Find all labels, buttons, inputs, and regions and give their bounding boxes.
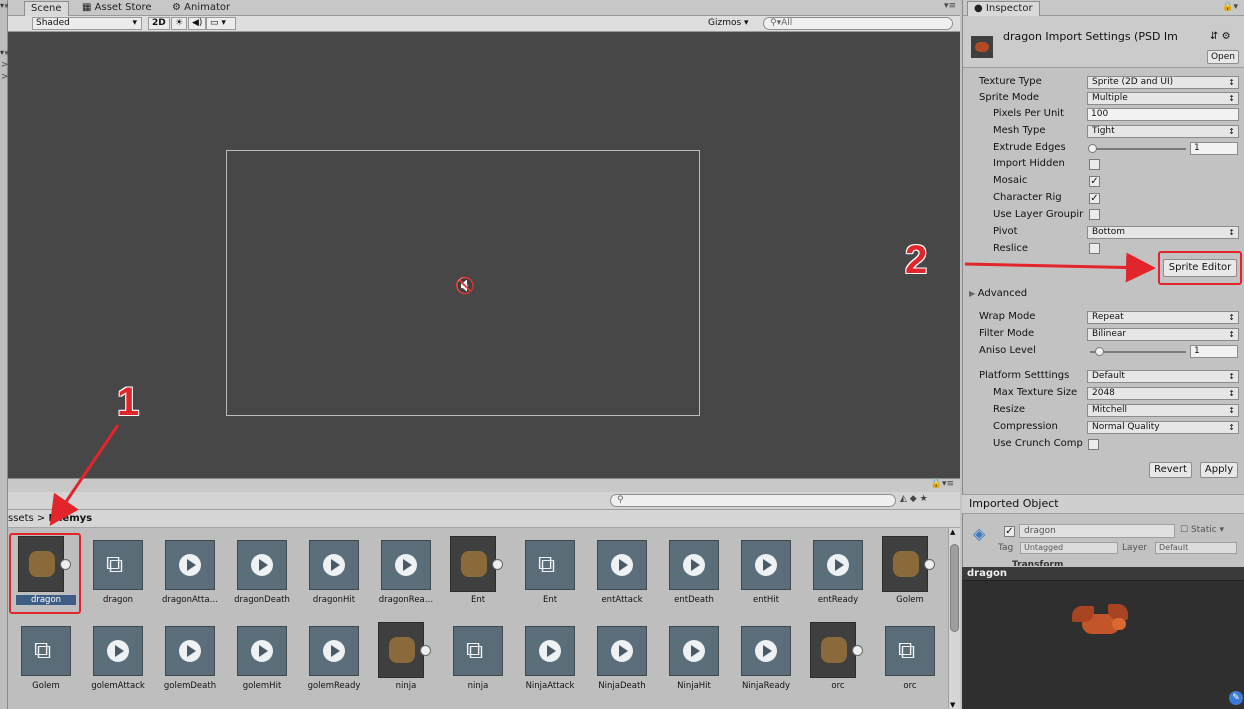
annotation-arrows: [49, 252, 1156, 526]
arrow-2: [964, 252, 1156, 283]
arrow-1: [49, 424, 120, 526]
